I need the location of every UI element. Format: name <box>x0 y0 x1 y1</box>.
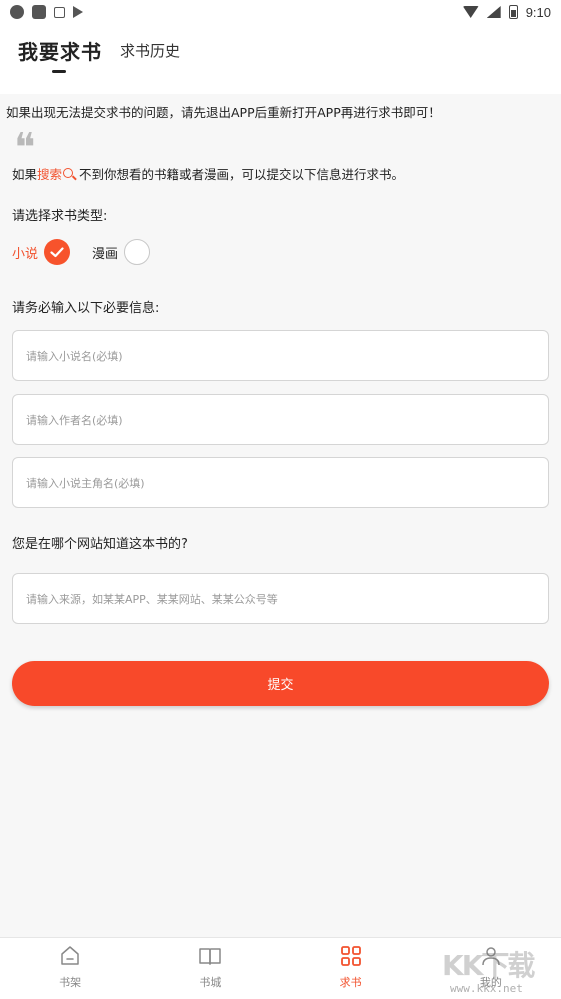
intro-before: 如果 <box>12 167 38 182</box>
request-form-area: 如果出现无法提交求书的问题，请先退出APP后重新打开APP再进行求书即可！ ❝ … <box>0 94 561 937</box>
author-name-input[interactable]: 请输入作者名(必填) <box>12 394 549 445</box>
type-option-novel[interactable]: 小说 <box>12 239 71 265</box>
watermark-logo: KK下载 <box>442 949 535 982</box>
protagonist-name-input[interactable]: 请输入小说主角名(必填) <box>12 457 549 508</box>
status-bar-notifications <box>10 5 83 19</box>
type-option-comic-label: 漫画 <box>92 246 119 262</box>
wifi-icon <box>462 6 479 18</box>
book-type-selector: 小说 漫画 <box>12 238 172 266</box>
checkmark-icon[interactable] <box>44 239 71 265</box>
top-tabs: 我要求书 求书历史 <box>0 30 561 90</box>
watermark-url: www.kkx.net <box>450 982 523 995</box>
status-time: 9:10 <box>525 4 551 20</box>
radio-unchecked-icon[interactable] <box>124 239 151 265</box>
notification-dot-icon <box>10 5 24 19</box>
tab-active-indicator <box>52 70 66 73</box>
type-section-label: 请选择求书类型: <box>12 209 108 224</box>
type-option-comic[interactable]: 漫画 <box>92 239 151 265</box>
play-store-icon <box>73 6 83 18</box>
notification-font-icon <box>54 6 65 18</box>
tab-request-book[interactable]: 我要求书 <box>18 36 102 65</box>
nav-item-bookshelf[interactable]: 书架 <box>0 938 140 999</box>
bookshelf-icon <box>61 946 79 965</box>
tab-request-history[interactable]: 求书历史 <box>120 40 180 61</box>
intro-search-link[interactable]: 搜索 <box>37 164 62 183</box>
status-bar-system: 9:10 <box>462 4 551 20</box>
source-question-label: 您是在哪个网站知道这本书的? <box>12 537 188 552</box>
bookstore-icon <box>199 948 222 965</box>
submit-button[interactable]: 提交 <box>12 661 549 706</box>
type-option-novel-label: 小说 <box>12 246 39 262</box>
nav-item-bookstore[interactable]: 书城 <box>140 938 280 999</box>
source-input[interactable]: 请输入来源，如某某APP、某某网站、某某公众号等 <box>12 573 549 624</box>
search-icon <box>63 167 74 178</box>
nav-label-bookstore: 书城 <box>199 976 222 989</box>
novel-name-input[interactable]: 请输入小说名(必填) <box>12 330 549 381</box>
intro-text: 如果 搜索 不到你想看的书籍或者漫画，可以提交以下信息进行求书。 <box>12 164 404 183</box>
status-bar: 9:10 <box>0 0 561 24</box>
notice-text: 如果出现无法提交求书的问题，请先退出APP后重新打开APP再进行求书即可！ <box>6 105 441 120</box>
required-section-label: 请务必输入以下必要信息: <box>12 301 160 316</box>
quote-icon: ❝ <box>14 128 36 158</box>
watermark: KK下载 www.kkx.net <box>440 944 560 999</box>
nav-item-request-book[interactable]: 求书 <box>281 938 421 999</box>
notification-app-icon <box>32 5 46 19</box>
nav-label-request-book: 求书 <box>339 976 362 989</box>
battery-icon <box>508 5 518 19</box>
signal-icon <box>486 6 501 18</box>
request-book-icon <box>340 946 361 966</box>
intro-after: 不到你想看的书籍或者漫画，可以提交以下信息进行求书。 <box>79 167 405 182</box>
nav-label-bookshelf: 书架 <box>59 976 82 989</box>
